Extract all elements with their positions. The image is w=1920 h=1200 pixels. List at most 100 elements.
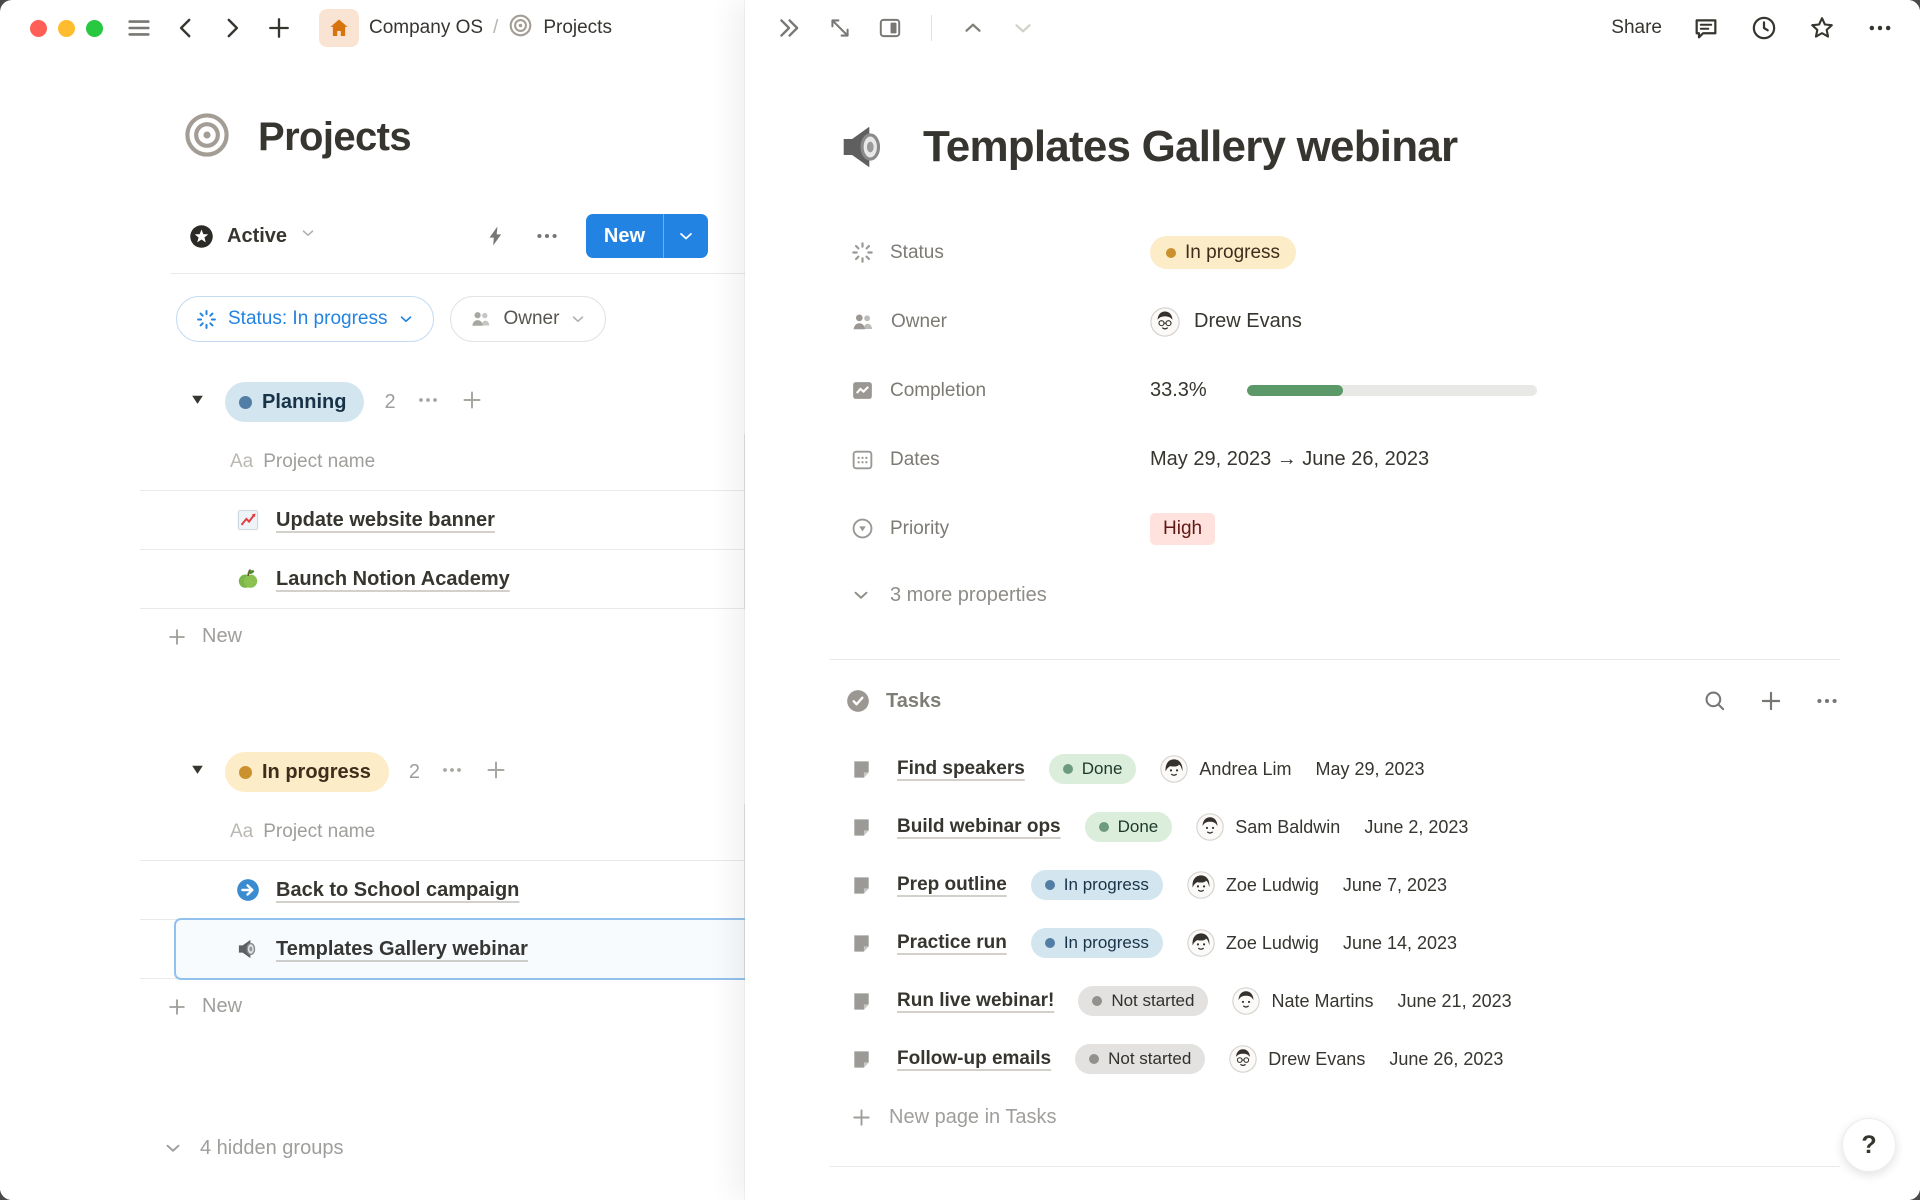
- property-row-priority[interactable]: Priority High: [830, 494, 1840, 563]
- task-row[interactable]: Follow-up emails Not started Drew Evans …: [830, 1030, 1840, 1088]
- task-date[interactable]: May 29, 2023: [1315, 759, 1424, 780]
- property-row-status[interactable]: Status In progress: [830, 218, 1840, 287]
- close-window-button[interactable]: [30, 20, 47, 37]
- tasks-options-ellipsis-icon[interactable]: [1814, 688, 1840, 714]
- add-project-row[interactable]: New: [140, 979, 745, 1034]
- project-title-link[interactable]: Update website banner: [276, 509, 495, 532]
- group-add-icon[interactable]: [484, 758, 508, 787]
- task-row[interactable]: Build webinar ops Done Sam Baldwin June …: [830, 798, 1840, 856]
- priority-tag[interactable]: High: [1150, 513, 1215, 545]
- more-options-ellipsis-icon[interactable]: [1866, 14, 1894, 42]
- view-options-ellipsis-icon[interactable]: [534, 223, 560, 249]
- column-header[interactable]: Aa Project name: [140, 434, 744, 491]
- status-pill[interactable]: In progress: [1150, 236, 1296, 270]
- group-pill-planning[interactable]: Planning: [225, 382, 364, 422]
- property-row-dates[interactable]: Dates May 29, 2023 → June 26, 2023: [830, 425, 1840, 494]
- table-row-selected[interactable]: Templates Gallery webinar: [140, 920, 744, 979]
- history-clock-icon[interactable]: [1750, 14, 1778, 42]
- task-title-link[interactable]: Build webinar ops: [897, 816, 1061, 838]
- task-date[interactable]: June 21, 2023: [1398, 991, 1512, 1012]
- new-page-in-tasks-button[interactable]: New page in Tasks: [830, 1088, 1840, 1146]
- task-status-pill[interactable]: In progress: [1031, 870, 1163, 900]
- group-pill-in-progress[interactable]: In progress: [225, 752, 389, 792]
- task-date[interactable]: June 2, 2023: [1364, 817, 1468, 838]
- property-row-completion[interactable]: Completion 33.3%: [830, 356, 1840, 425]
- speaker-page-icon[interactable]: [835, 118, 893, 176]
- group-ellipsis-icon[interactable]: [440, 758, 464, 787]
- project-title-link[interactable]: Launch Notion Academy: [276, 568, 510, 591]
- task-row[interactable]: Prep outline In progress Zoe Ludwig June…: [830, 856, 1840, 914]
- add-project-row[interactable]: New: [140, 609, 745, 664]
- new-project-button[interactable]: New: [586, 214, 708, 258]
- new-tab-icon[interactable]: [265, 14, 293, 42]
- collapse-triangle-icon[interactable]: [190, 392, 205, 412]
- task-row[interactable]: Practice run In progress Zoe Ludwig June…: [830, 914, 1840, 972]
- in-progress-spinner-icon: [195, 308, 218, 331]
- task-status-pill[interactable]: Done: [1085, 812, 1173, 842]
- task-row[interactable]: Find speakers Done Andrea Lim May 29, 20…: [830, 740, 1840, 798]
- new-button-label[interactable]: New: [586, 214, 663, 258]
- comments-icon[interactable]: [1692, 14, 1720, 42]
- group-add-icon[interactable]: [460, 388, 484, 417]
- share-button[interactable]: Share: [1611, 17, 1662, 39]
- automations-lightning-icon[interactable]: [484, 224, 508, 248]
- expand-page-icon[interactable]: [827, 15, 853, 41]
- filter-chip-status[interactable]: Status: In progress: [176, 296, 434, 342]
- breadcrumb-page[interactable]: Projects: [543, 17, 612, 39]
- group-ellipsis-icon[interactable]: [416, 388, 440, 417]
- project-title-link[interactable]: Back to School campaign: [276, 879, 519, 902]
- task-date[interactable]: June 7, 2023: [1343, 875, 1447, 896]
- hidden-groups-toggle[interactable]: 4 hidden groups: [162, 1130, 745, 1166]
- page-title[interactable]: Projects: [258, 115, 411, 160]
- task-assignee[interactable]: Nate Martins: [1232, 987, 1373, 1015]
- task-date[interactable]: June 26, 2023: [1389, 1049, 1503, 1070]
- breadcrumb-workspace[interactable]: Company OS: [369, 17, 483, 39]
- forward-button[interactable]: [219, 15, 245, 41]
- close-peek-icon[interactable]: [775, 14, 803, 42]
- task-status-pill[interactable]: In progress: [1031, 928, 1163, 958]
- task-assignee[interactable]: Zoe Ludwig: [1187, 929, 1319, 957]
- filter-chip-owner[interactable]: Owner: [450, 296, 606, 342]
- more-properties-toggle[interactable]: 3 more properties: [830, 567, 1840, 623]
- table-row[interactable]: Update website banner: [140, 491, 744, 550]
- breadcrumb-separator: /: [493, 17, 498, 39]
- table-row[interactable]: Back to School campaign: [140, 861, 744, 920]
- task-status-pill[interactable]: Not started: [1075, 1044, 1205, 1074]
- task-assignee[interactable]: Zoe Ludwig: [1187, 871, 1319, 899]
- new-button-dropdown[interactable]: [663, 214, 708, 258]
- home-icon[interactable]: [319, 9, 359, 47]
- search-icon[interactable]: [1702, 688, 1728, 714]
- tasks-title[interactable]: Tasks: [886, 690, 941, 713]
- add-task-icon[interactable]: [1758, 688, 1784, 714]
- property-row-owner[interactable]: Owner Drew Evans: [830, 287, 1840, 356]
- table-row[interactable]: Launch Notion Academy: [140, 550, 744, 609]
- zoom-window-button[interactable]: [86, 20, 103, 37]
- peek-page-title[interactable]: Templates Gallery webinar: [923, 122, 1457, 172]
- task-title-link[interactable]: Find speakers: [897, 758, 1025, 780]
- collapse-triangle-icon[interactable]: [190, 762, 205, 782]
- task-row[interactable]: Run live webinar! Not started Nate Marti…: [830, 972, 1840, 1030]
- task-assignee[interactable]: Sam Baldwin: [1196, 813, 1340, 841]
- task-assignee[interactable]: Drew Evans: [1229, 1045, 1365, 1073]
- next-page-icon[interactable]: [1010, 15, 1036, 41]
- task-status-pill[interactable]: Done: [1049, 754, 1137, 784]
- projects-page-target-icon[interactable]: [182, 110, 232, 165]
- favorite-star-icon[interactable]: [1808, 14, 1836, 42]
- task-status-pill[interactable]: Not started: [1078, 986, 1208, 1016]
- sidebar-menu-icon[interactable]: [125, 14, 153, 42]
- back-button[interactable]: [173, 15, 199, 41]
- minimize-window-button[interactable]: [58, 20, 75, 37]
- side-peek-icon[interactable]: [877, 15, 903, 41]
- help-button[interactable]: ?: [1842, 1118, 1896, 1172]
- column-header[interactable]: Aa Project name: [140, 804, 744, 861]
- task-assignee[interactable]: Andrea Lim: [1160, 755, 1291, 783]
- task-date[interactable]: June 14, 2023: [1343, 933, 1457, 954]
- task-title-link[interactable]: Prep outline: [897, 874, 1007, 896]
- view-tab-active[interactable]: Active: [188, 223, 317, 250]
- task-title-link[interactable]: Run live webinar!: [897, 990, 1054, 1012]
- task-title-link[interactable]: Follow-up emails: [897, 1048, 1051, 1070]
- people-icon: [469, 307, 493, 331]
- previous-page-icon[interactable]: [960, 15, 986, 41]
- project-title-link[interactable]: Templates Gallery webinar: [276, 938, 528, 961]
- task-title-link[interactable]: Practice run: [897, 932, 1007, 954]
